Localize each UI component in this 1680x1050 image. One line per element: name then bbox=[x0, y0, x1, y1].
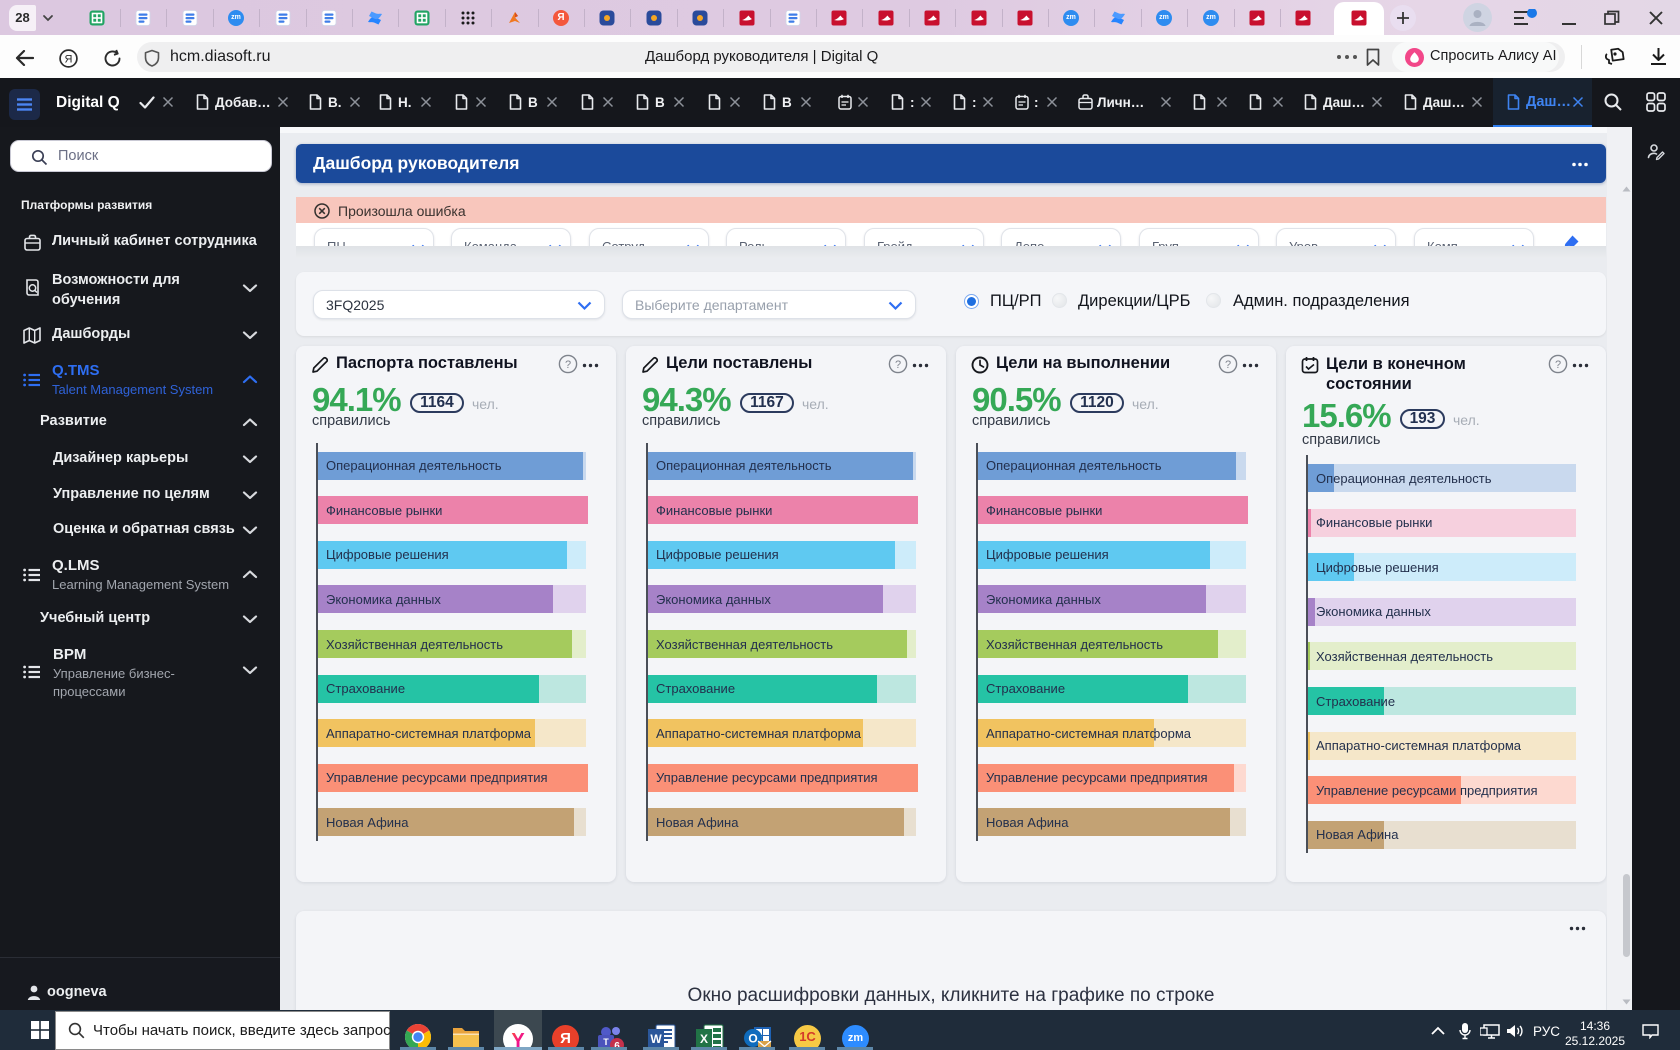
svg-text:T: T bbox=[603, 1037, 609, 1047]
svg-text:?: ? bbox=[1555, 359, 1561, 371]
svg-text:X: X bbox=[700, 1032, 708, 1046]
svg-text:Я: Я bbox=[65, 54, 73, 66]
svg-text:W: W bbox=[650, 1032, 662, 1046]
svg-text:?: ? bbox=[565, 359, 571, 371]
svg-text:O: O bbox=[748, 1032, 757, 1046]
svg-text:?: ? bbox=[895, 359, 901, 371]
svg-text:?: ? bbox=[1225, 359, 1231, 371]
